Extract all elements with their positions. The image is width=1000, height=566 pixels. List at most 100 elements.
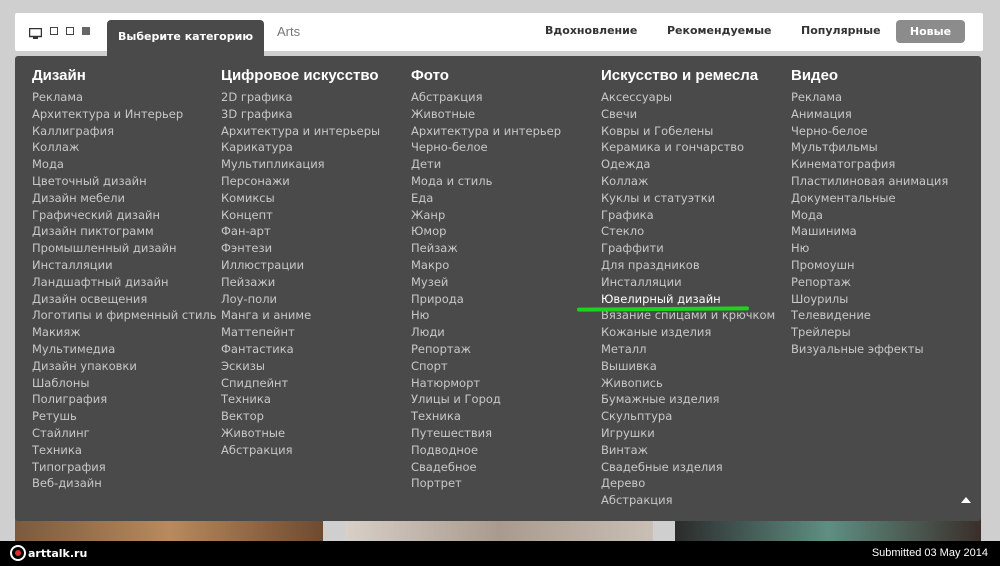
category-link[interactable]: Логотипы и фирменный стиль [32,307,217,324]
category-link[interactable]: Натюрморт [411,375,561,392]
category-link[interactable]: Реклама [791,89,948,106]
category-link[interactable]: Анимация [791,106,948,123]
category-link[interactable]: Пейзажи [221,274,380,291]
category-link[interactable]: Ковры и Гобелены [601,123,775,140]
category-link[interactable]: Иллюстрации [221,257,380,274]
site-logo[interactable]: arttalk.ru [10,545,87,561]
category-link[interactable]: Техника [32,442,217,459]
category-link[interactable]: Игрушки [601,425,775,442]
category-link[interactable]: Репортаж [791,274,948,291]
category-link[interactable]: Скульптура [601,408,775,425]
category-link[interactable]: Вышивка [601,358,775,375]
category-link[interactable]: Полиграфия [32,391,217,408]
category-link[interactable]: Мультимедиа [32,341,217,358]
category-link[interactable]: Дизайн упаковки [32,358,217,375]
category-link[interactable]: Карикатура [221,139,380,156]
category-link[interactable]: Ландшафтный дизайн [32,274,217,291]
category-link[interactable]: Абстракция [221,442,380,459]
category-link[interactable]: Техника [411,408,561,425]
column-title[interactable]: Искусство и ремесла [601,66,775,86]
category-link[interactable]: Манга и аниме [221,307,380,324]
category-link[interactable]: Мультфильмы [791,139,948,156]
category-link[interactable]: Фантастика [221,341,380,358]
artwork-thumbnail[interactable] [675,518,981,542]
nav-recommended[interactable]: Рекомендуемые [667,24,772,37]
category-link[interactable]: Металл [601,341,775,358]
category-link[interactable]: Абстракция [601,492,775,509]
category-link[interactable]: Инсталляции [601,274,775,291]
nav-popular[interactable]: Популярные [801,24,881,37]
grid-medium-icon[interactable] [66,27,74,35]
category-link[interactable]: Спорт [411,358,561,375]
category-link[interactable]: Еда [411,190,561,207]
nav-new-button[interactable]: Новые [896,20,965,43]
category-link[interactable]: Коллаж [601,173,775,190]
category-link[interactable]: Ню [791,240,948,257]
category-link[interactable]: Комиксы [221,190,380,207]
category-link[interactable]: Кинематография [791,156,948,173]
category-link[interactable]: 3D графика [221,106,380,123]
category-link[interactable]: Мода [32,156,217,173]
category-link[interactable]: Телевидение [791,307,948,324]
grid-small-icon[interactable] [50,27,58,35]
category-link[interactable]: Люди [411,324,561,341]
category-link[interactable]: Репортаж [411,341,561,358]
category-link[interactable]: Для праздников [601,257,775,274]
category-link[interactable]: Природа [411,291,561,308]
category-link[interactable]: Пейзаж [411,240,561,257]
category-link[interactable]: Свадебные изделия [601,459,775,476]
category-link[interactable]: Архитектура и интерьер [411,123,561,140]
column-title[interactable]: Фото [411,66,561,86]
monitor-icon[interactable] [28,25,43,39]
column-title[interactable]: Видео [791,66,948,86]
category-link[interactable]: Животные [411,106,561,123]
category-link[interactable]: Графический дизайн [32,207,217,224]
category-link[interactable]: Куклы и статуэтки [601,190,775,207]
arts-tab[interactable]: Arts [277,24,300,39]
category-link[interactable]: Ню [411,307,561,324]
artwork-thumbnail[interactable] [345,518,653,542]
category-link[interactable]: Керамика и гончарство [601,139,775,156]
category-link[interactable]: Мода [791,207,948,224]
artwork-thumbnail[interactable] [15,518,323,542]
category-link[interactable]: Аксессуары [601,89,775,106]
category-link[interactable]: Подводное [411,442,561,459]
category-link[interactable]: Дизайн мебели [32,190,217,207]
column-title[interactable]: Дизайн [32,66,217,86]
category-link[interactable]: Мультипликация [221,156,380,173]
category-link[interactable]: Фан-арт [221,223,380,240]
category-link[interactable]: Цветочный дизайн [32,173,217,190]
category-link[interactable]: Шоурилы [791,291,948,308]
grid-large-icon[interactable] [82,27,90,35]
category-link[interactable]: Коллаж [32,139,217,156]
category-link[interactable]: Черно-белое [791,123,948,140]
category-link[interactable]: Улицы и Город [411,391,561,408]
category-link[interactable]: Путешествия [411,425,561,442]
category-link[interactable]: Дети [411,156,561,173]
category-link[interactable]: Веб-дизайн [32,475,217,492]
category-link[interactable]: Концепт [221,207,380,224]
category-link[interactable]: Ювелирный дизайн [601,291,775,308]
category-link[interactable]: Юмор [411,223,561,240]
scroll-up-arrow-icon[interactable] [961,497,971,503]
category-link[interactable]: Бумажные изделия [601,391,775,408]
category-link[interactable]: Персонажи [221,173,380,190]
category-link[interactable]: Лоу-поли [221,291,380,308]
nav-inspiration[interactable]: Вдохновление [545,24,637,37]
category-link[interactable]: 2D графика [221,89,380,106]
category-link[interactable]: Портрет [411,475,561,492]
category-selector-tab[interactable]: Выберите категорию [107,20,264,56]
category-link[interactable]: Живопись [601,375,775,392]
category-link[interactable]: Свадебное [411,459,561,476]
category-link[interactable]: Макияж [32,324,217,341]
category-link[interactable]: Графика [601,207,775,224]
category-link[interactable]: Архитектура и Интерьер [32,106,217,123]
category-link[interactable]: Фэнтези [221,240,380,257]
category-link[interactable]: Спидпейнт [221,375,380,392]
category-link[interactable]: Абстракция [411,89,561,106]
category-link[interactable]: Трейлеры [791,324,948,341]
category-link[interactable]: Эскизы [221,358,380,375]
category-link[interactable]: Музей [411,274,561,291]
category-link[interactable]: Архитектура и интерьеры [221,123,380,140]
category-link[interactable]: Граффити [601,240,775,257]
